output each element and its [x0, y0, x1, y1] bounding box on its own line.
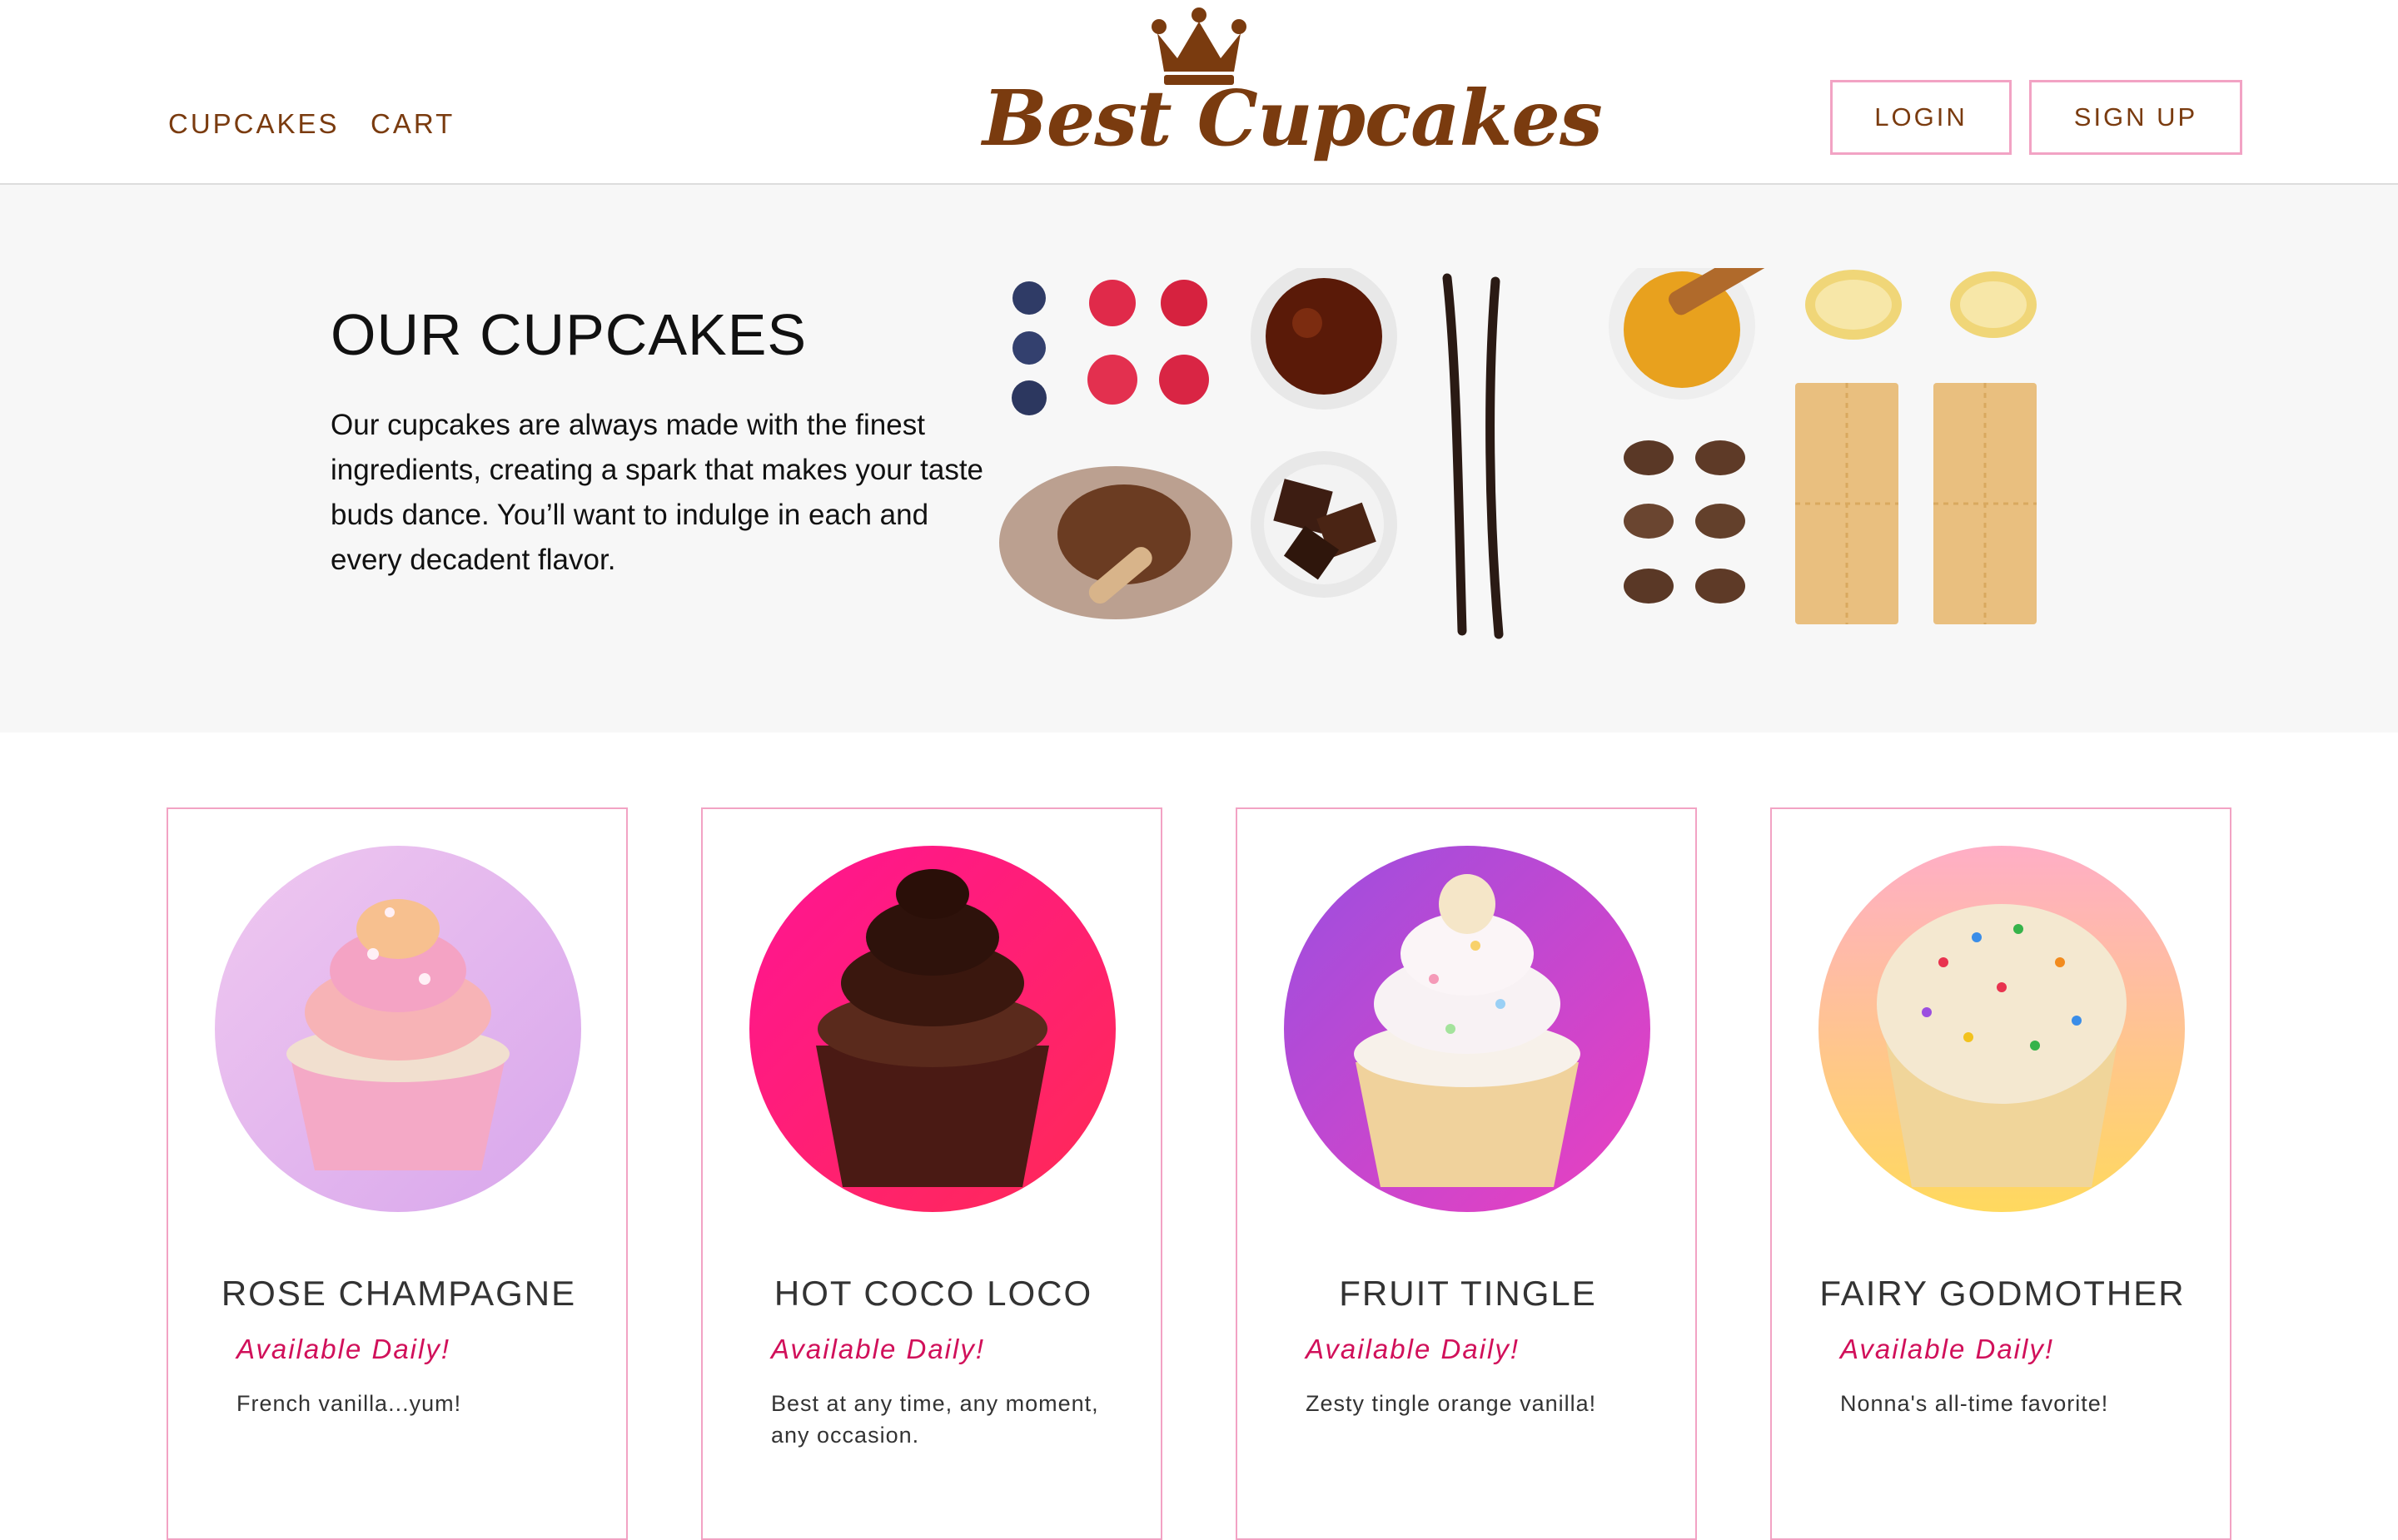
ingredients-image: [999, 268, 2037, 639]
blueberries-icon: [1012, 281, 1047, 415]
cupcake-name: ROSE CHAMPAGNE: [221, 1274, 577, 1313]
cupcake-name: HOT COCO LOCO: [774, 1274, 1093, 1313]
cupcake-name: FAIRY GODMOTHER: [1819, 1274, 2186, 1313]
hero-section: OUR CUPCAKES Our cupcakes are always mad…: [0, 185, 2398, 733]
honey-icon: [1609, 268, 1784, 400]
raspberries-icon: [1087, 280, 1209, 405]
fairy-godmother-cupcake-image: [1818, 846, 2185, 1212]
cupcake-card[interactable]: HOT COCO LOCO Available Daily! Best at a…: [701, 807, 1162, 1540]
availability-label: Available Daily!: [236, 1334, 451, 1364]
cupcake-name: FRUIT TINGLE: [1339, 1274, 1597, 1313]
cupcake-description: Zesty tingle orange vanilla!: [1306, 1391, 1597, 1416]
availability-label: Available Daily!: [1840, 1334, 2055, 1364]
rose-champagne-cupcake-image: [215, 846, 581, 1212]
cocoa-powder-icon: [999, 466, 1232, 619]
fruit-tingle-cupcake-image: [1284, 846, 1650, 1212]
cupcake-card[interactable]: FAIRY GODMOTHER Available Daily! Nonna's…: [1770, 807, 2231, 1540]
nav-cart-link[interactable]: CART: [371, 108, 455, 140]
cupcake-card[interactable]: FRUIT TINGLE Available Daily! Zesty ting…: [1236, 807, 1697, 1540]
signup-button[interactable]: SIGN UP: [2029, 80, 2242, 155]
availability-label: Available Daily!: [1306, 1334, 1520, 1364]
cupcake-card[interactable]: ROSE CHAMPAGNE Available Daily! French v…: [167, 807, 628, 1540]
chocolate-bowl-icon: [1251, 451, 1397, 598]
syrup-bowl-icon: [1251, 268, 1397, 410]
cupcake-description: French vanilla...yum!: [236, 1391, 462, 1416]
hot-coco-loco-cupcake-image: [749, 846, 1116, 1212]
graham-crackers-icon: [1795, 383, 2037, 624]
vanilla-pods-icon: [1442, 273, 1504, 639]
cupcake-description: Best at any time, any moment, any occasi…: [771, 1391, 1099, 1448]
hero-title: OUR CUPCAKES: [331, 302, 808, 367]
login-button[interactable]: LOGIN: [1830, 80, 2012, 155]
hero-description: Our cupcakes are always made with the fi…: [331, 409, 984, 576]
availability-label: Available Daily!: [771, 1334, 986, 1364]
site-header: CUPCAKES CART Best Cupcakes LOGIN SIGN U…: [0, 0, 2398, 185]
nav-cupcakes-link[interactable]: CUPCAKES: [168, 108, 340, 140]
nuts-icon: [1624, 440, 1745, 604]
banana-chips-icon: [1805, 270, 2037, 340]
cupcake-description: Nonna's all-time favorite!: [1840, 1391, 2109, 1416]
site-logo[interactable]: Best Cupcakes: [983, 73, 1603, 163]
